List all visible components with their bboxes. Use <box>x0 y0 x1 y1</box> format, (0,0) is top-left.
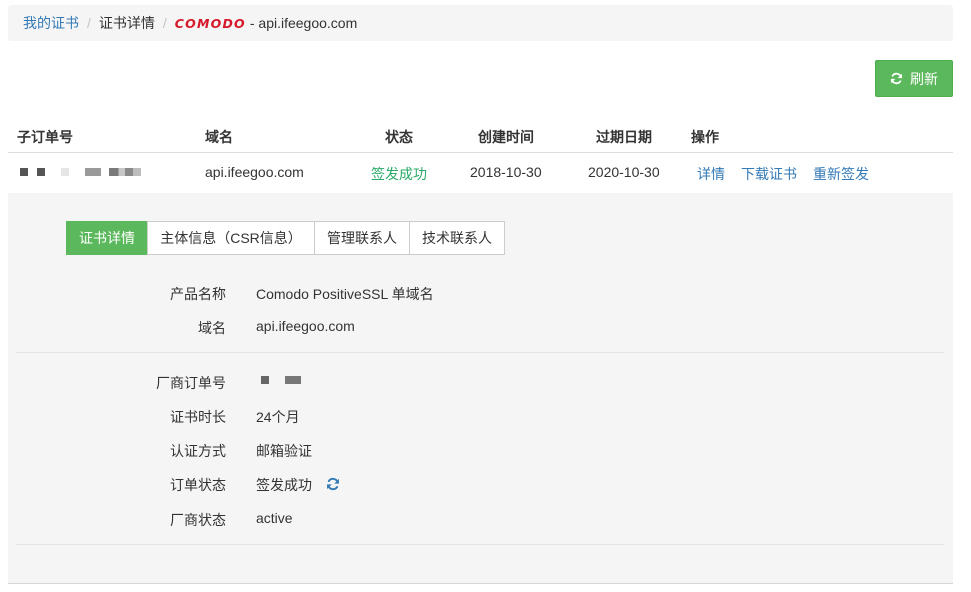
table-divider <box>8 152 953 153</box>
vendor-status-label: 厂商状态 <box>170 512 226 528</box>
tab-tech-contact[interactable]: 技术联系人 <box>409 221 505 255</box>
vendor-order-label: 厂商订单号 <box>156 375 226 391</box>
sync-status-icon[interactable] <box>326 477 340 491</box>
reissue-link[interactable]: 重新签发 <box>813 164 869 184</box>
validation-method-value: 邮箱验证 <box>256 443 312 459</box>
breadcrumb-domain: - api.ifeegoo.com <box>249 15 358 31</box>
comodo-logo: COMODO <box>174 15 246 31</box>
refresh-button-label: 刷新 <box>910 70 938 87</box>
section-divider <box>16 352 944 353</box>
breadcrumb-cert-detail: 证书详情 <box>98 15 155 31</box>
column-header-expires: 过期日期 <box>596 129 652 145</box>
vendor-status-value: active <box>256 510 293 526</box>
tab-csr-info[interactable]: 主体信息（CSR信息） <box>147 221 315 255</box>
product-name-value: Comodo PositiveSSL 单域名 <box>256 286 434 302</box>
refresh-icon <box>890 72 903 85</box>
detail-link[interactable]: 详情 <box>697 164 725 184</box>
redacted-vendor-order-number <box>261 376 269 384</box>
redacted-vendor-order-number <box>285 376 301 384</box>
row-created-date: 2018-10-30 <box>470 164 542 180</box>
refresh-button[interactable]: 刷新 <box>875 60 953 97</box>
domain-label: 域名 <box>198 320 226 336</box>
row-expire-date: 2020-10-30 <box>588 164 660 180</box>
order-status-value: 签发成功 <box>256 477 312 493</box>
column-header-created: 创建时间 <box>478 129 534 145</box>
tab-admin-contact[interactable]: 管理联系人 <box>314 221 410 255</box>
duration-value: 24个月 <box>256 409 300 425</box>
status-badge: 签发成功 <box>371 166 427 182</box>
column-header-status: 状态 <box>385 129 413 145</box>
redacted-suborder-number <box>61 168 69 176</box>
order-status-label: 订单状态 <box>170 477 226 493</box>
breadcrumb-my-certs-link[interactable]: 我的证书 <box>23 13 79 33</box>
redacted-suborder-number <box>20 168 28 176</box>
domain-value: api.ifeegoo.com <box>256 318 355 334</box>
section-divider <box>16 544 944 545</box>
breadcrumb-separator: / <box>162 15 167 31</box>
validation-method-label: 认证方式 <box>170 443 226 459</box>
tab-cert-detail[interactable]: 证书详情 <box>66 221 148 255</box>
redacted-suborder-number <box>37 168 45 176</box>
download-cert-link[interactable]: 下载证书 <box>741 164 797 184</box>
detail-tabs: 证书详情 主体信息（CSR信息） 管理联系人 技术联系人 <box>66 221 505 255</box>
redacted-suborder-number <box>85 168 101 176</box>
breadcrumb-separator: / <box>87 15 91 31</box>
column-header-domain: 域名 <box>205 129 233 145</box>
column-header-actions: 操作 <box>691 129 719 145</box>
row-domain: api.ifeegoo.com <box>205 164 304 180</box>
column-header-suborder: 子订单号 <box>17 129 73 145</box>
duration-label: 证书时长 <box>170 409 226 425</box>
product-name-label: 产品名称 <box>170 286 226 302</box>
breadcrumb: 我的证书 / 证书详情 / COMODO - api.ifeegoo.com <box>8 5 953 41</box>
redacted-suborder-number <box>109 168 141 176</box>
